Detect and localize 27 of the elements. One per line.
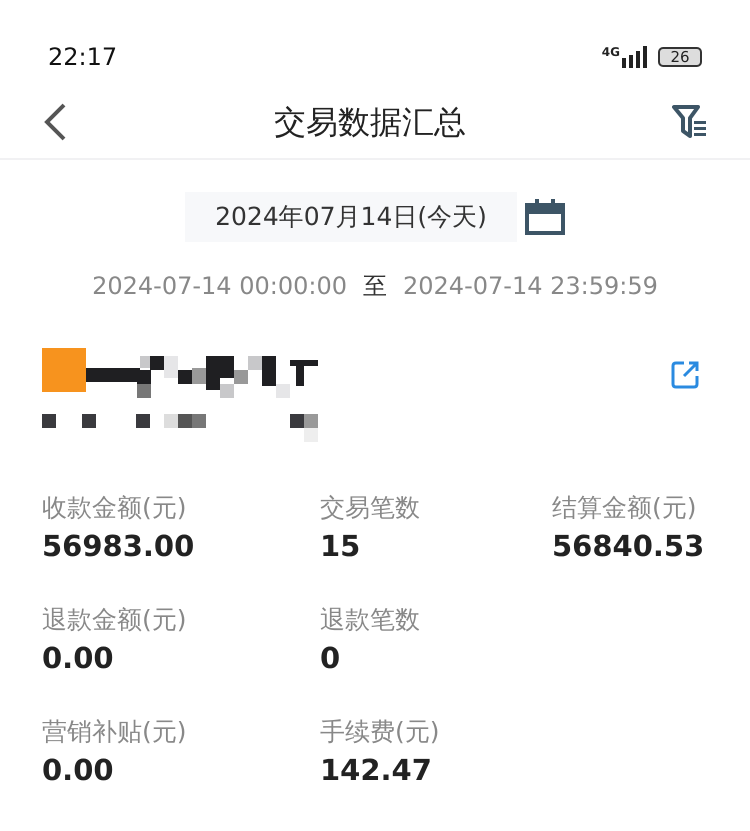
metric-value: 0.00 — [42, 640, 115, 676]
back-icon[interactable] — [42, 102, 68, 142]
date-selector[interactable]: 2024年07月14日(今天) — [185, 192, 517, 242]
calendar-icon[interactable] — [524, 198, 565, 235]
metric-label: 退款笔数 — [320, 604, 421, 636]
external-link-icon[interactable] — [670, 360, 700, 390]
metric-label: 收款金额(元) — [42, 492, 188, 524]
metric-value: 0.00 — [42, 752, 115, 788]
battery-indicator: 26 — [658, 47, 702, 67]
range-separator: 至 — [363, 270, 387, 302]
network-label: 4G — [602, 46, 620, 58]
status-time: 22:17 — [48, 42, 118, 73]
metric-value: 56840.53 — [552, 528, 706, 564]
metric-label: 交易笔数 — [320, 492, 421, 524]
range-start: 2024-07-14 00:00:00 — [92, 270, 347, 302]
metric-value: 0 — [320, 640, 342, 676]
range-end: 2024-07-14 23:59:59 — [403, 270, 658, 302]
metric-label: 手续费(元) — [320, 716, 441, 748]
page-title: 交易数据汇总 — [274, 102, 466, 143]
metric-value: 56983.00 — [42, 528, 196, 564]
metric-value: 15 — [320, 528, 362, 564]
filter-icon[interactable] — [672, 104, 708, 140]
metric-value: 142.47 — [320, 752, 433, 788]
signal-icon — [622, 46, 648, 68]
metric-label: 营销补贴(元) — [42, 716, 188, 748]
metric-label: 结算金额(元) — [552, 492, 698, 524]
metric-label: 退款金额(元) — [42, 604, 188, 636]
